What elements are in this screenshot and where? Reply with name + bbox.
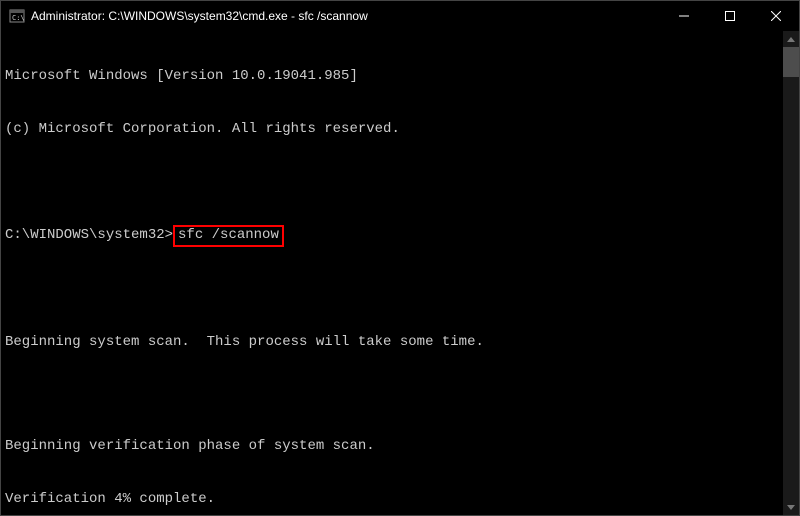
prompt-line: C:\WINDOWS\system32>sfc /scannow — [5, 225, 779, 247]
vertical-scrollbar[interactable] — [783, 31, 799, 515]
scrollbar-track[interactable] — [783, 47, 799, 499]
titlebar[interactable]: C:\ Administrator: C:\WINDOWS\system32\c… — [1, 1, 799, 31]
prompt-path: C:\WINDOWS\system32> — [5, 227, 173, 243]
output-blank — [5, 173, 779, 190]
scrollbar-down-arrow-icon[interactable] — [783, 499, 799, 515]
output-line: Beginning system scan. This process will… — [5, 334, 779, 352]
maximize-button[interactable] — [707, 1, 753, 31]
output-blank — [5, 282, 779, 299]
cmd-window: C:\ Administrator: C:\WINDOWS\system32\c… — [0, 0, 800, 516]
output-line: Beginning verification phase of system s… — [5, 438, 779, 456]
terminal-area: Microsoft Windows [Version 10.0.19041.98… — [1, 31, 799, 515]
close-icon — [771, 11, 781, 21]
scrollbar-up-arrow-icon[interactable] — [783, 31, 799, 47]
terminal-output[interactable]: Microsoft Windows [Version 10.0.19041.98… — [1, 31, 783, 515]
minimize-icon — [679, 11, 689, 21]
minimize-button[interactable] — [661, 1, 707, 31]
scrollbar-thumb[interactable] — [783, 47, 799, 77]
output-line: Verification 4% complete. — [5, 491, 779, 509]
output-blank — [5, 386, 779, 403]
cmd-icon: C:\ — [9, 8, 25, 24]
close-button[interactable] — [753, 1, 799, 31]
window-title: Administrator: C:\WINDOWS\system32\cmd.e… — [31, 9, 661, 23]
window-controls — [661, 1, 799, 31]
output-line: (c) Microsoft Corporation. All rights re… — [5, 121, 779, 139]
command-highlight: sfc /scannow — [173, 225, 284, 247]
svg-text:C:\: C:\ — [12, 14, 25, 22]
maximize-icon — [725, 11, 735, 21]
output-line: Microsoft Windows [Version 10.0.19041.98… — [5, 68, 779, 86]
